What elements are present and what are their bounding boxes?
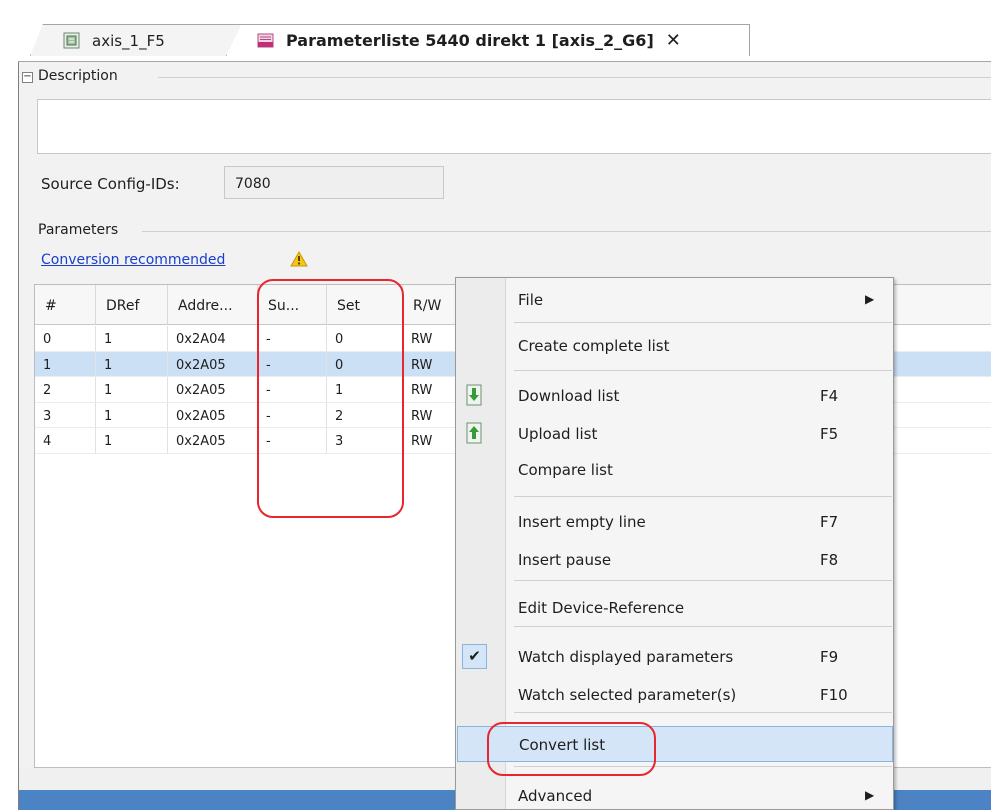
check-icon: ✔ [462, 644, 487, 669]
cell-index: 2 [35, 377, 96, 402]
divider [158, 77, 991, 78]
cell-dref: 1 [96, 377, 168, 402]
source-config-ids-label: Source Config-IDs: [41, 175, 180, 193]
cell-index: 1 [35, 351, 96, 377]
menu-separator [514, 626, 892, 627]
menu-item-create-complete-list[interactable]: Create complete list [457, 328, 893, 364]
menu-separator [514, 712, 892, 713]
menu-item-label: File [518, 291, 544, 309]
column-header-subindex[interactable]: Su... [258, 285, 327, 325]
description-field[interactable] [37, 99, 991, 154]
cell-address: 0x2A05 [168, 351, 258, 377]
config-icon [63, 32, 80, 49]
cell-address: 0x2A04 [168, 326, 258, 351]
cell-subindex: - [258, 402, 327, 428]
upload-icon [466, 422, 482, 444]
menu-item-label: Watch selected parameter(s) [518, 686, 737, 704]
menu-item-advanced[interactable]: Advanced ▶ [457, 778, 893, 810]
parameter-list-icon [257, 33, 274, 48]
menu-item-shortcut: F5 [820, 425, 839, 443]
collapse-toggle-icon[interactable]: − [22, 72, 33, 83]
divider [142, 231, 991, 232]
download-icon [466, 384, 482, 406]
menu-separator [514, 496, 892, 497]
menu-separator [514, 322, 892, 323]
description-title: Description [38, 68, 118, 84]
menu-separator [514, 766, 892, 767]
cell-dref: 1 [96, 351, 168, 377]
tab-label: Parameterliste 5440 direkt 1 [axis_2_G6] [286, 31, 654, 50]
menu-item-compare-list[interactable]: Compare list [457, 452, 893, 488]
cell-subindex: - [258, 377, 327, 402]
menu-item-file[interactable]: File ▶ [457, 282, 893, 318]
cell-address: 0x2A05 [168, 377, 258, 402]
menu-item-label: Create complete list [518, 337, 670, 355]
tab-parameter-list[interactable]: Parameterliste 5440 direkt 1 [axis_2_G6]… [226, 24, 750, 56]
menu-item-watch-displayed-parameters[interactable]: ✔ Watch displayed parameters F9 [457, 639, 893, 675]
cell-dref: 1 [96, 402, 168, 428]
menu-item-watch-selected-parameter-s[interactable]: Watch selected parameter(s) F10 [457, 677, 893, 713]
column-header-set[interactable]: Set [327, 285, 403, 325]
warning-icon [290, 251, 308, 267]
submenu-arrow-icon: ▶ [865, 292, 875, 306]
menu-item-shortcut: F9 [820, 648, 839, 666]
menu-item-label: Convert list [519, 736, 606, 754]
cell-index: 0 [35, 326, 96, 351]
menu-item-edit-device-reference[interactable]: Edit Device-Reference [457, 590, 893, 626]
tab-axis-1[interactable]: axis_1_F5 [30, 24, 244, 56]
menu-item-label: Upload list [518, 425, 598, 443]
cell-set: 1 [327, 377, 403, 402]
context-menu: File ▶ Create complete list Download list F4… [455, 277, 894, 810]
menu-item-insert-pause[interactable]: Insert pause F8 [457, 542, 893, 578]
menu-item-label: Watch displayed parameters [518, 648, 734, 666]
menu-item-shortcut: F10 [820, 686, 848, 704]
menu-separator [514, 370, 892, 371]
cell-set: 0 [327, 351, 403, 377]
parameters-title: Parameters [38, 222, 119, 238]
cell-set: 2 [327, 402, 403, 428]
conversion-recommended-link[interactable]: Conversion recommended [41, 252, 225, 268]
cell-index: 4 [35, 428, 96, 453]
cell-set: 3 [327, 428, 403, 453]
cell-set: 0 [327, 326, 403, 351]
menu-item-shortcut: F7 [820, 513, 839, 531]
cell-subindex: - [258, 428, 327, 453]
menu-separator [514, 580, 892, 581]
cell-dref: 1 [96, 326, 168, 351]
menu-item-shortcut: F8 [820, 551, 839, 569]
menu-item-label: Compare list [518, 461, 613, 479]
cell-address: 0x2A05 [168, 402, 258, 428]
submenu-arrow-icon: ▶ [865, 788, 875, 802]
menu-item-label: Edit Device-Reference [518, 599, 685, 617]
menu-item-label: Insert pause [518, 551, 612, 569]
column-header-address[interactable]: Addre... [168, 285, 258, 325]
menu-item-insert-empty-line[interactable]: Insert empty line F7 [457, 504, 893, 540]
source-config-ids-field: 7080 [224, 166, 444, 199]
tab-label: axis_1_F5 [92, 31, 165, 50]
menu-item-upload-list[interactable]: Upload list F5 [457, 416, 893, 452]
menu-item-download-list[interactable]: Download list F4 [457, 378, 893, 414]
cell-dref: 1 [96, 428, 168, 453]
column-header-dref[interactable]: DRef [96, 285, 168, 325]
cell-address: 0x2A05 [168, 428, 258, 453]
cell-subindex: - [258, 351, 327, 377]
column-header-index[interactable]: # [35, 285, 96, 325]
menu-item-label: Insert empty line [518, 513, 646, 531]
menu-item-label: Download list [518, 387, 620, 405]
cell-index: 3 [35, 402, 96, 428]
menu-item-label: Advanced [518, 787, 593, 805]
cell-subindex: - [258, 326, 327, 351]
menu-item-shortcut: F4 [820, 387, 839, 405]
close-icon[interactable]: ✕ [666, 30, 681, 51]
menu-item-convert-list[interactable]: Convert list [457, 726, 893, 762]
